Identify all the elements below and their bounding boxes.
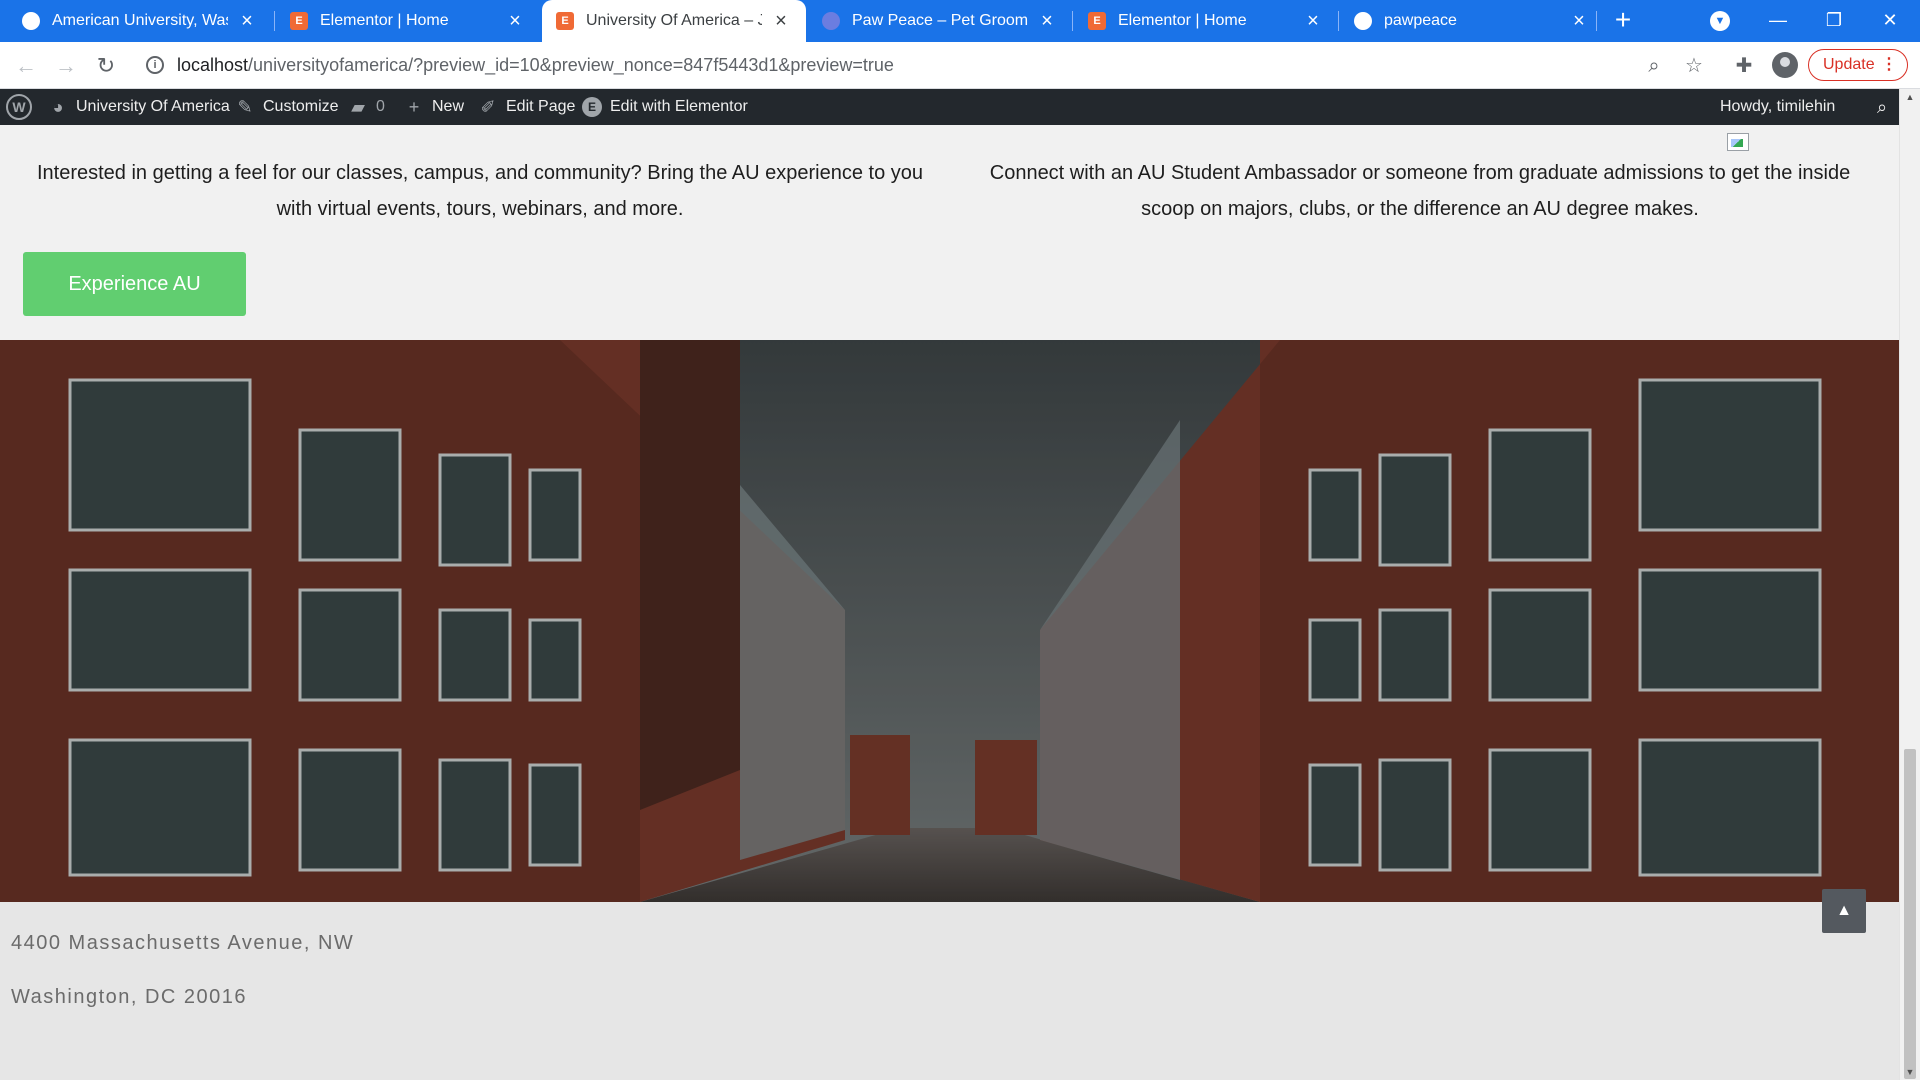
edit-page-link[interactable]: ✐ Edit Page (478, 89, 575, 125)
page-scrollbar[interactable]: ▲ ▼ (1899, 89, 1920, 1080)
minimize-icon[interactable]: — (1750, 0, 1806, 42)
tab-elementor-home-2[interactable]: E Elementor | Home × (1074, 0, 1338, 42)
back-to-top-button[interactable]: ▲ (1822, 889, 1866, 933)
update-label: Update (1823, 56, 1875, 73)
url-host: localhost (177, 55, 249, 75)
ambassador-description: Connect with an AU Student Ambassador or… (989, 162, 1851, 220)
wordpress-icon (22, 12, 40, 30)
site-info-icon[interactable]: i (146, 56, 164, 74)
tab-separator (274, 11, 275, 31)
edit-elementor-label: Edit with Elementor (610, 98, 748, 115)
close-icon[interactable]: × (770, 10, 792, 33)
new-label: New (432, 98, 465, 115)
comments-link[interactable]: ▰ 0 (348, 89, 385, 125)
comments-count: 0 (376, 98, 385, 115)
bookmark-star-icon[interactable]: ☆ (1680, 52, 1708, 80)
plus-icon: + (408, 97, 420, 117)
wp-admin-bar: W ◕ University Of America ✎ Customize ▰ … (0, 89, 1920, 125)
tab-title: Elementor | Home (320, 12, 449, 29)
zoom-icon[interactable]: ⌕ (1640, 52, 1668, 80)
new-content-menu[interactable]: + New (404, 89, 464, 125)
reload-icon[interactable]: ↻ (90, 50, 122, 82)
update-button[interactable]: Update ⋮ (1808, 49, 1908, 81)
tab-title: American University, Washin (52, 12, 228, 29)
tab-elementor-home[interactable]: E Elementor | Home × (276, 0, 540, 42)
tab-title: University Of America – Just (586, 12, 762, 29)
paintbrush-icon: ✎ (237, 97, 253, 117)
address-line-1: 4400 Massachusetts Avenue, NW (11, 932, 355, 954)
experience-au-button[interactable]: Experience AU (23, 252, 246, 316)
tab-separator (1338, 11, 1339, 31)
tab-paw-peace[interactable]: Paw Peace – Pet Grooming, × (808, 0, 1072, 42)
address-line-2: Washington, DC 20016 (11, 986, 248, 1008)
window-close-icon[interactable]: ✕ (1862, 0, 1918, 42)
url-path: /universityofamerica/?preview_id=10&prev… (248, 55, 894, 75)
tab-separator (1072, 11, 1073, 31)
elementor-icon: E (556, 12, 574, 30)
chevron-up-icon: ▲ (1836, 902, 1852, 919)
customize-link[interactable]: ✎ Customize (235, 89, 339, 125)
browser-toolbar: ← → ↻ i localhost/universityofamerica/?p… (0, 42, 1920, 89)
elementor-icon: E (290, 12, 308, 30)
tab-search-icon[interactable]: ▼ (1710, 11, 1730, 31)
back-arrow-icon[interactable]: ← (10, 50, 42, 82)
pawpeace-icon (822, 12, 840, 30)
close-icon[interactable]: × (236, 10, 258, 33)
scroll-down-arrow-icon[interactable]: ▼ (1900, 1064, 1920, 1080)
site-name: University Of America (76, 98, 230, 115)
experience-description: Interested in getting a feel for our cla… (36, 162, 924, 220)
edit-page-label: Edit Page (506, 98, 576, 115)
more-menu-icon[interactable]: ⋮ (1881, 50, 1897, 80)
tab-pawpeace[interactable]: pawpeace × (1340, 0, 1604, 42)
forward-arrow-icon[interactable]: → (50, 50, 82, 82)
wordpress-icon (1354, 12, 1372, 30)
new-tab-button[interactable]: + (1608, 6, 1638, 36)
tab-title: pawpeace (1384, 12, 1457, 29)
elementor-icon: E (1088, 12, 1106, 30)
browser-tab-strip: American University, Washin × E Elemento… (0, 0, 1920, 42)
close-icon[interactable]: × (1036, 10, 1058, 33)
wordpress-logo-icon: W (6, 94, 32, 120)
close-icon[interactable]: × (1302, 10, 1324, 33)
broken-image-icon (1727, 133, 1749, 151)
elementor-logo-icon: E (582, 97, 602, 117)
wp-logo-menu[interactable]: W (6, 89, 32, 125)
tab-separator (1596, 11, 1597, 31)
my-account-menu[interactable]: Howdy, timilehin (1720, 89, 1835, 125)
profile-avatar-icon[interactable] (1772, 52, 1798, 78)
pencil-icon: ✐ (480, 97, 496, 117)
customize-label: Customize (263, 98, 339, 115)
howdy-label: Howdy, timilehin (1720, 98, 1836, 115)
site-name-menu[interactable]: ◕ University Of America (48, 89, 230, 125)
scrollbar-thumb[interactable] (1904, 749, 1916, 1079)
close-icon[interactable]: × (504, 10, 526, 33)
comment-bubble-icon: ▰ (351, 97, 365, 117)
extensions-puzzle-icon[interactable]: ✚ (1730, 52, 1758, 80)
tab-title: Paw Peace – Pet Grooming, (852, 12, 1028, 29)
campus-buildings-illustration (0, 340, 1899, 902)
close-icon[interactable]: × (1568, 10, 1590, 33)
footer: 4400 Massachusetts Avenue, NW Washington… (0, 902, 1899, 1080)
dashboard-icon: ◕ (52, 97, 64, 117)
restore-icon[interactable]: ❐ (1806, 0, 1862, 42)
edit-with-elementor-link[interactable]: E Edit with Elementor (582, 89, 748, 125)
scroll-up-arrow-icon[interactable]: ▲ (1900, 89, 1920, 105)
campus-hero-image (0, 340, 1899, 902)
tab-university-of-america[interactable]: E University Of America – Just × (542, 0, 806, 42)
tab-title: Elementor | Home (1118, 12, 1247, 29)
tab-american-university[interactable]: American University, Washin × (8, 0, 272, 42)
page-viewport: Interested in getting a feel for our cla… (0, 125, 1899, 1080)
address-bar[interactable]: localhost/universityofamerica/?preview_i… (177, 55, 894, 76)
admin-search-icon[interactable]: ⌕ (1872, 89, 1900, 125)
